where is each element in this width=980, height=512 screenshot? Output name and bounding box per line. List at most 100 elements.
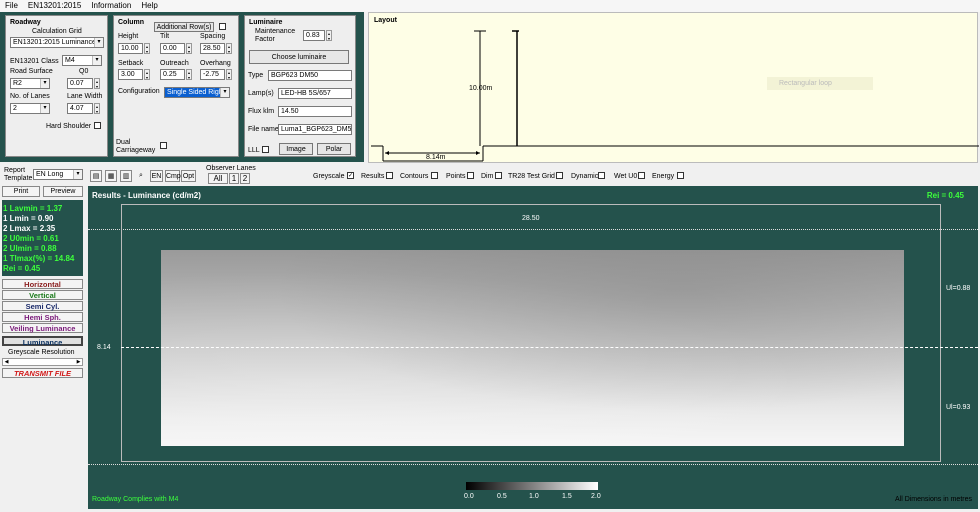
layout-drawing [371,30,979,162]
calc-grid-select[interactable]: EN13201:2015 Luminance ▾ [10,37,104,48]
greyscale-checkbox[interactable]: ✓ [347,172,354,179]
lamps-field: LED-HB 5S/657 [278,88,352,99]
lane-width-spinner[interactable]: ▴ ▾ [94,103,100,114]
vertical-button[interactable]: Vertical [2,290,83,300]
menu-en13201[interactable]: EN13201:2015 [23,0,86,12]
chevron-down-icon: ▾ [94,38,103,47]
results-title: Results - Luminance (cd/m2) [92,191,201,200]
results-rei: Rei = 0.45 [926,191,964,200]
contours-checkbox[interactable] [431,172,438,179]
menu-file[interactable]: File [0,0,23,12]
luminaire-title: Luminaire [249,19,283,26]
preview-button[interactable]: Preview [43,186,83,197]
points-label: Points [446,173,466,180]
setback-label: Setback [118,60,144,67]
observer-lane-2-button[interactable]: 2 [240,173,250,184]
stat-lmin: 1 Lmin = 0.90 [3,214,54,223]
center-dashed-line [121,347,978,348]
menu-bar: File EN13201:2015 Information Help [0,0,980,12]
document-icon[interactable]: ▤ [90,170,102,182]
tr28-label: TR28 Test Grid [508,173,555,180]
results-checkbox[interactable] [386,172,393,179]
opt-button[interactable]: Opt [181,170,196,182]
cmp-button[interactable]: Cmp [165,170,181,182]
outreach-input[interactable]: 0.25 [160,69,185,80]
setback-input[interactable]: 3.00 [118,69,143,80]
lanes-select[interactable]: 2 ▾ [10,103,50,114]
spacing-label: Spacing [200,33,226,40]
dim-label: Dim [481,173,494,180]
table-icon[interactable]: ▥ [120,170,132,182]
greyscale-resolution-slider[interactable]: ◀ ▶ [2,358,83,366]
slider-right-arrow-icon[interactable]: ▶ [75,359,82,365]
dual-carriageway-checkbox[interactable] [160,142,167,149]
configuration-label: Configuration [118,88,160,95]
height-input[interactable]: 10.00 [118,43,143,54]
tilt-spinner[interactable]: ▴ ▾ [186,43,192,54]
report-template-select[interactable]: EN Long ▾ [33,169,83,180]
q0-input[interactable]: 0.07 [67,78,93,89]
wet-u0-checkbox[interactable] [638,172,645,179]
q0-spinner[interactable]: ▴ ▾ [94,78,100,89]
tilt-input[interactable]: 0.00 [160,43,185,54]
road-surface-select[interactable]: R2 ▾ [10,78,50,89]
search-icon[interactable]: ⌕ [135,170,147,182]
maintenance-label: Maintenance Factor [255,28,296,43]
semi-cyl-button[interactable]: Semi Cyl. [2,301,83,311]
roadway-group: Roadway Calculation Grid EN13201:2015 Lu… [5,15,108,157]
chevron-down-icon: ▾ [40,104,49,113]
print-button[interactable]: Print [2,186,40,197]
height-spinner[interactable]: ▴ ▾ [144,43,150,54]
lane-width-input[interactable]: 4.07 [67,103,93,114]
polar-button[interactable]: Polar [317,143,351,155]
layout-width-text: 8.14m [426,154,446,161]
spacing-dimension: 28.50 [522,215,540,222]
slider-left-arrow-icon[interactable]: ◀ [3,359,10,365]
transmit-file-button[interactable]: TRANSMIT FILE [2,368,83,378]
veiling-luminance-button[interactable]: Veiling Luminance [2,323,83,333]
type-label: Type [248,72,264,79]
overhang-spinner[interactable]: ▴ ▾ [226,69,232,80]
setback-spinner[interactable]: ▴ ▾ [144,69,150,80]
menu-information[interactable]: Information [86,0,136,12]
outreach-spinner[interactable]: ▴ ▾ [186,69,192,80]
spacing-spinner[interactable]: ▴ ▾ [226,43,232,54]
stat-rei: Rei = 0.45 [3,264,41,273]
ul-lane-1: Ul=0.88 [946,285,971,292]
luminance-button[interactable]: Luminance [2,336,83,347]
file-name-label: File name [248,126,279,133]
horizontal-button[interactable]: Horizontal [2,279,83,289]
wet-u0-label: Wet U0 [614,173,638,180]
menu-help[interactable]: Help [136,0,162,12]
legend-tick-2: 1.0 [529,493,539,500]
outreach-label: Outreach [160,60,189,67]
chart-icon[interactable]: ▦ [105,170,117,182]
luminance-map-shade [161,250,904,446]
configuration-select[interactable]: Single Sided Right ▾ [164,87,230,98]
contours-label: Contours [400,173,429,180]
energy-checkbox[interactable] [677,172,684,179]
image-button[interactable]: Image [279,143,313,155]
choose-luminaire-button[interactable]: Choose luminaire [249,50,349,64]
maintenance-spinner[interactable]: ▴ ▾ [326,30,332,41]
q0-label: Q0 [79,68,89,75]
class-select[interactable]: M4 ▾ [62,55,102,66]
hard-shoulder-checkbox[interactable] [94,122,101,129]
points-checkbox[interactable] [467,172,474,179]
additional-rows-button[interactable]: Additional Row(s) [154,22,214,32]
tr28-checkbox[interactable] [556,172,563,179]
lll-checkbox[interactable] [262,146,269,153]
observer-lane-1-button[interactable]: 1 [229,173,239,184]
hemi-sph-button[interactable]: Hemi Sph. [2,312,83,322]
en-button[interactable]: EN [150,170,163,182]
report-template-label: Report Template [4,167,33,182]
observer-lanes-label: Observer Lanes [206,165,256,172]
observer-all-button[interactable]: All [208,173,228,184]
height-label: Height [118,33,139,40]
overhang-input[interactable]: -2.75 [200,69,225,80]
maintenance-input[interactable]: 0.83 [303,30,325,41]
dim-checkbox[interactable] [495,172,502,179]
dynamic-checkbox[interactable] [598,172,605,179]
spacing-input[interactable]: 28.50 [200,43,225,54]
additional-rows-checkbox[interactable] [219,23,226,30]
